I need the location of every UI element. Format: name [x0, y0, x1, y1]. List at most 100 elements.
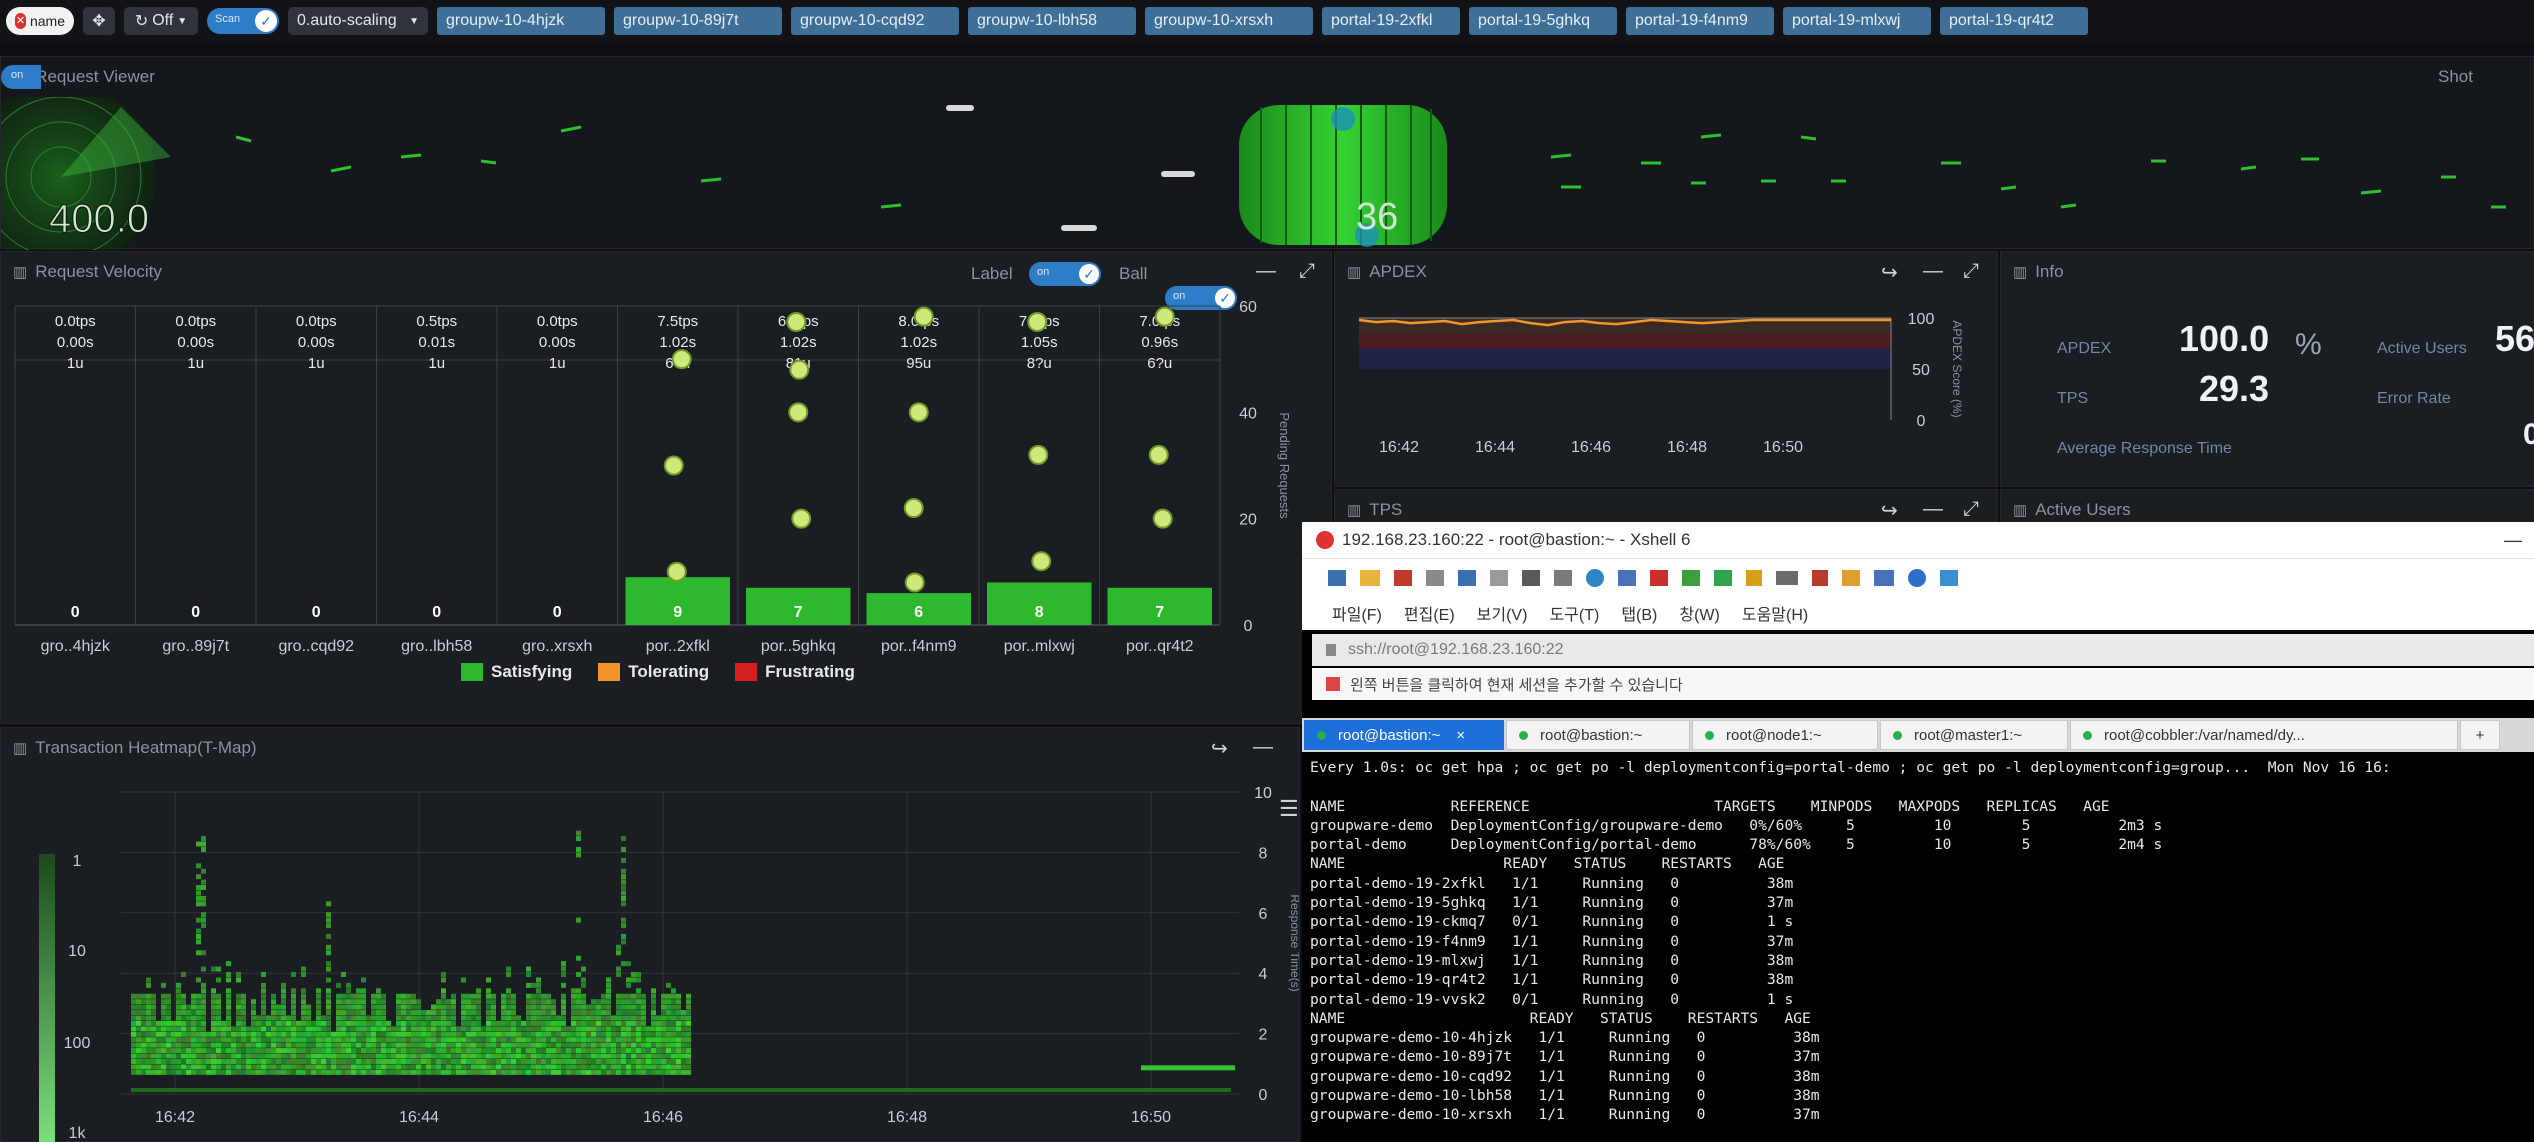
lock-icon[interactable] — [1746, 570, 1762, 586]
name-chip[interactable]: ✕ name — [6, 7, 74, 35]
session-manager-icon[interactable] — [1842, 570, 1860, 586]
terminal-menu-bar: 파일(F) 편집(E) 보기(V) 도구(T) 탭(B) 창(W) 도움말(H) — [1302, 596, 2534, 630]
agent-chip[interactable]: groupw-10-xrsxh — [1145, 7, 1313, 35]
help-icon[interactable] — [1908, 569, 1926, 587]
new-session-icon[interactable] — [1328, 570, 1346, 586]
share-icon[interactable]: ↪ — [1881, 260, 1898, 285]
request-ball — [786, 311, 807, 332]
y-tick-label: 6 — [1259, 906, 1268, 923]
minimize-icon[interactable]: — — [1253, 736, 1273, 759]
open-folder-icon[interactable] — [1360, 570, 1380, 586]
menu-item[interactable]: 도움말(H) — [1742, 601, 1808, 625]
minimize-window-icon[interactable]: — — [2504, 530, 2522, 551]
menu-item[interactable]: 파일(F) — [1332, 601, 1382, 625]
apdex-panel: ▥ APDEX ↪ — ⤢ 0 50 100 APDEX Score (%) 16:42 1… — [1334, 251, 1998, 487]
close-tab-icon[interactable]: × — [1456, 727, 1465, 744]
label-toggle[interactable]: on ✓ — [1029, 262, 1101, 286]
panel-title: Active Users — [2035, 500, 2131, 519]
properties-icon[interactable] — [1458, 570, 1476, 586]
shot-toggle[interactable]: on — [1, 65, 41, 89]
users-label: 6?u — [1147, 355, 1172, 372]
agent-chip[interactable]: portal-19-f4nm9 — [1626, 7, 1774, 35]
terminal-line: portal-demo-19-mlxwj 1/1 Running 0 38m — [1310, 951, 1794, 969]
session-tab[interactable]: root@node1:~ — [1692, 720, 1878, 750]
xftp-icon[interactable] — [1682, 570, 1700, 586]
expand-icon[interactable]: ⤢ — [1963, 260, 1979, 283]
minimize-icon[interactable]: — — [1923, 498, 1943, 521]
new-tab-button[interactable]: + — [2460, 720, 2500, 750]
bar-chart-icon: ▥ — [13, 740, 28, 757]
agent-chip[interactable]: groupw-10-89j7t — [614, 7, 782, 35]
disconnect-icon[interactable] — [1394, 570, 1412, 586]
x-tick-label: 16:44 — [1475, 439, 1515, 456]
x-tick-label: 16:42 — [1379, 439, 1419, 456]
chat-icon[interactable] — [1940, 570, 1958, 586]
refresh-off-button[interactable]: ↻ Off ▼ — [124, 7, 198, 35]
agent-chip[interactable]: portal-19-mlxwj — [1783, 7, 1931, 35]
share-icon[interactable]: ↪ — [1881, 498, 1898, 523]
agent-chip[interactable]: groupw-10-lbh58 — [968, 7, 1136, 35]
bar-chart-icon: ▥ — [1347, 264, 1362, 281]
y-tick-label: 60 — [1239, 300, 1257, 316]
agent-chips: groupw-10-4hjzk groupw-10-89j7t groupw-10-… — [437, 7, 2088, 35]
session-tab[interactable]: root@cobbler:/var/named/dy... — [2070, 720, 2458, 750]
agent-chip[interactable]: groupw-10-cqd92 — [791, 7, 959, 35]
y-tick-label: 0 — [1917, 413, 1926, 430]
label-toggle-label: Label — [971, 264, 1013, 283]
minimize-icon[interactable]: — — [1256, 260, 1276, 283]
status-dot-icon — [1317, 730, 1326, 740]
globe-icon[interactable] — [1586, 569, 1604, 587]
close-icon[interactable]: ✕ — [15, 13, 26, 29]
session-tab[interactable]: root@bastion:~ — [1506, 720, 1690, 750]
scale-tick-label: 1k — [69, 1125, 87, 1142]
terminal-line: groupware-demo-10-89j7t 1/1 Running 0 37… — [1310, 1048, 1820, 1066]
agent-chip[interactable]: portal-19-2xfkl — [1322, 7, 1460, 35]
terminal-line: portal-demo-19-2xfkl 1/1 Running 0 38m — [1310, 874, 1794, 892]
band-tolerating — [1359, 333, 1891, 349]
fullscreen-icon[interactable] — [1714, 570, 1732, 586]
y-tick-label: 40 — [1239, 405, 1257, 422]
menu-item[interactable]: 창(W) — [1679, 601, 1719, 625]
terminal-line: NAME READY STATUS RESTARTS AGE — [1310, 1009, 1811, 1027]
terminal-line: Every 1.0s: oc get hpa ; oc get po -l de… — [1310, 759, 2391, 776]
move-button[interactable]: ✥ — [83, 7, 115, 35]
script-icon[interactable] — [1650, 570, 1668, 586]
check-icon: ✓ — [255, 10, 277, 32]
keyboard-icon[interactable] — [1776, 571, 1798, 585]
menu-item[interactable]: 보기(V) — [1477, 601, 1528, 625]
menu-icon[interactable]: ☰ — [1279, 796, 1299, 822]
layout-icon[interactable] — [1874, 570, 1894, 586]
expand-icon[interactable]: ⤢ — [1963, 498, 1979, 521]
address-bar[interactable]: ssh://root@192.168.23.160:22 — [1312, 634, 2534, 666]
share-icon[interactable]: ↪ — [1211, 736, 1228, 761]
print-icon[interactable] — [1554, 570, 1572, 586]
scan-toggle[interactable]: Scan ✓ — [207, 8, 279, 34]
x-tick-label: gro..89j7t — [162, 638, 229, 655]
session-tab[interactable]: root@bastion:~ × — [1304, 720, 1504, 750]
response-label: 1.02s — [900, 334, 937, 351]
session-tab[interactable]: root@master1:~ — [1880, 720, 2068, 750]
menu-item[interactable]: 도구(T) — [1549, 601, 1599, 625]
font-icon[interactable] — [1618, 570, 1636, 586]
highlight-icon[interactable] — [1812, 570, 1828, 586]
menu-item[interactable]: 탭(B) — [1621, 601, 1657, 625]
group-select[interactable]: 0.auto-scaling ▼ — [288, 7, 428, 35]
bar-chart-icon: ▥ — [13, 264, 28, 281]
caret-down-icon: ▼ — [177, 15, 188, 27]
find-icon[interactable] — [1522, 570, 1540, 586]
request-ball — [671, 349, 692, 370]
reconnect-icon[interactable] — [1426, 570, 1444, 586]
terminal-output[interactable]: Every 1.0s: oc get hpa ; oc get po -l de… — [1310, 758, 2534, 1142]
menu-item[interactable]: 편집(E) — [1404, 601, 1455, 625]
copy-icon[interactable] — [1490, 570, 1508, 586]
expand-icon[interactable]: ⤢ — [1299, 260, 1315, 283]
status-dot-icon — [1893, 730, 1902, 740]
minimize-icon[interactable]: — — [1923, 260, 1943, 283]
agent-chip[interactable]: groupw-10-4hjzk — [437, 7, 605, 35]
agent-chip[interactable]: portal-19-qr4t2 — [1940, 7, 2088, 35]
agent-chip[interactable]: portal-19-5ghkq — [1469, 7, 1617, 35]
terminal-line: groupware-demo DeploymentConfig/groupwar… — [1310, 816, 2163, 834]
request-viewer-panel: ▥Request Viewer Shot on 400.0 — [0, 56, 2534, 250]
scale-tick-label: 100 — [64, 1035, 91, 1052]
check-icon: ✓ — [1079, 264, 1099, 284]
